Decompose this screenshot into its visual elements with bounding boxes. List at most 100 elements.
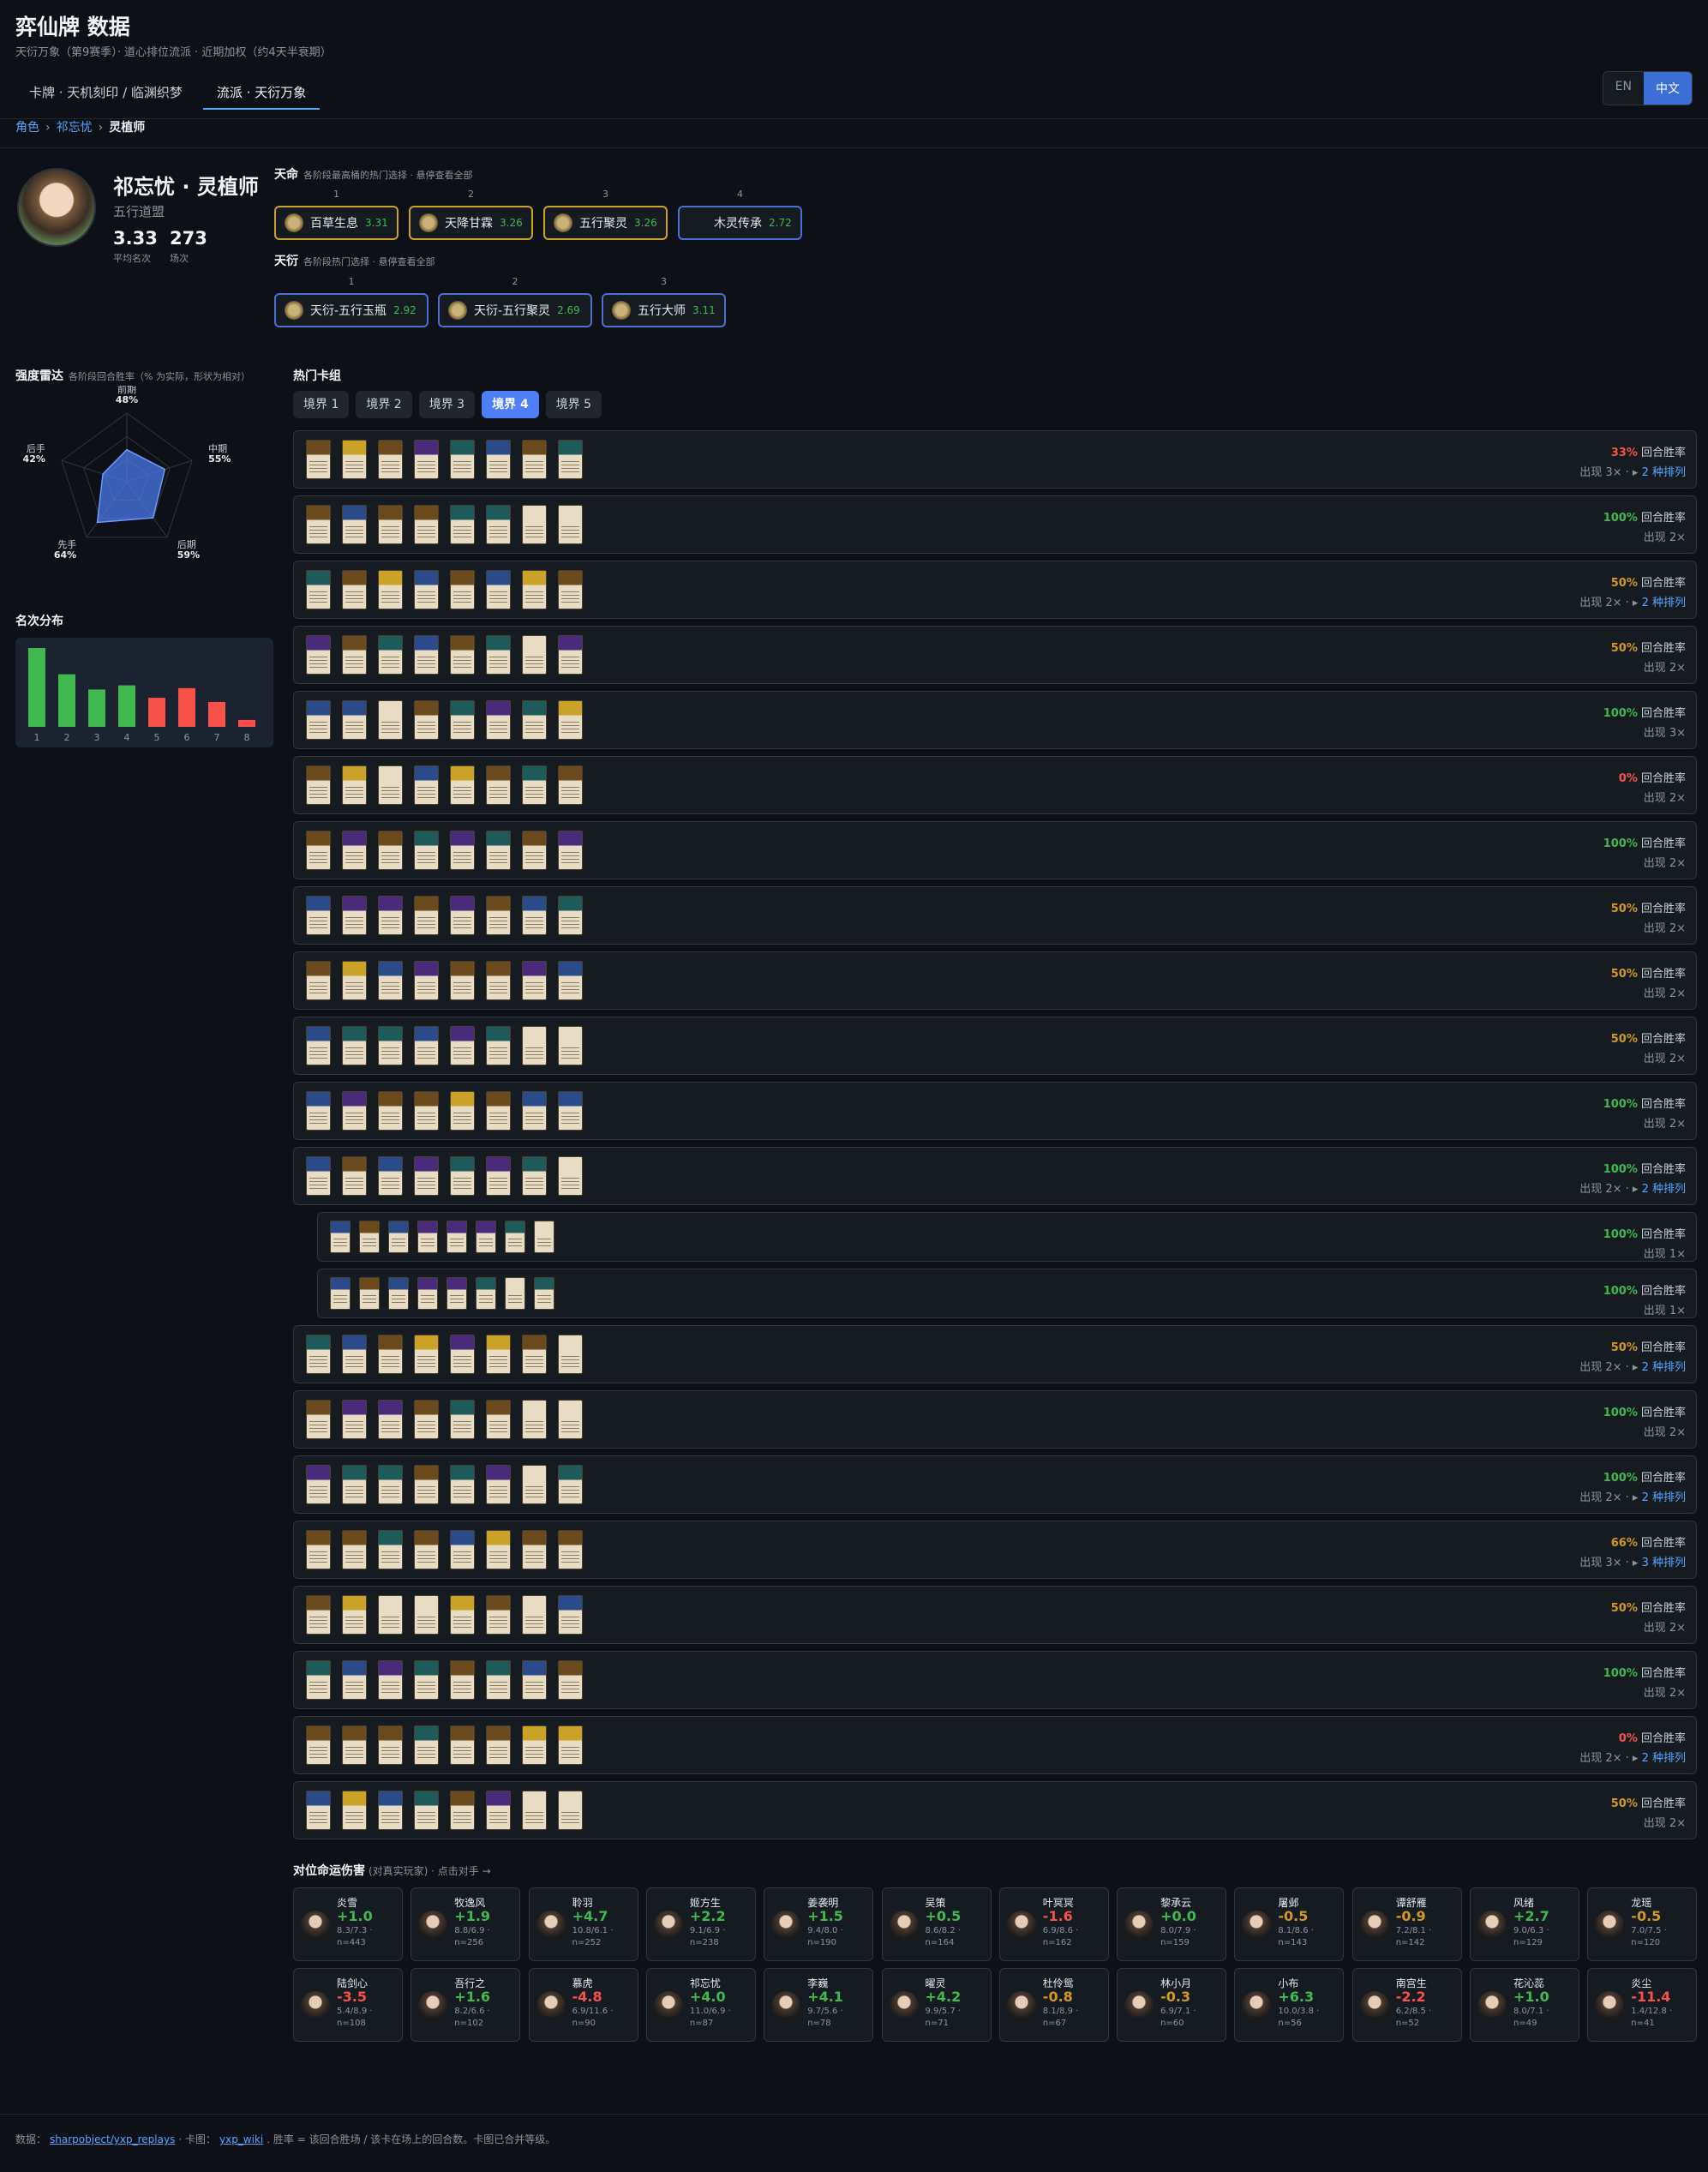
card-thumbnail[interactable] [450, 1091, 475, 1131]
card-thumbnail[interactable] [306, 1091, 331, 1131]
card-thumbnail[interactable] [522, 570, 547, 609]
card-thumbnail[interactable] [486, 700, 511, 740]
card-thumbnail[interactable] [486, 1335, 511, 1374]
card-thumbnail[interactable] [486, 505, 511, 544]
card-thumbnail[interactable] [342, 1026, 367, 1065]
deck-row[interactable]: 50% 回合胜率 出现 2× · ▸ 2 种排列 [293, 561, 1697, 619]
card-thumbnail[interactable] [414, 831, 439, 870]
card-thumbnail[interactable] [342, 896, 367, 935]
card-thumbnail[interactable] [378, 1026, 403, 1065]
deck-row[interactable]: 100% 回合胜率 出现 2× [293, 495, 1697, 554]
matchup-card[interactable]: 吾行之 +1.6 8.2/6.6 · n=102 [411, 1968, 521, 2042]
deck-row[interactable]: 100% 回合胜率 出现 2× [293, 1390, 1697, 1449]
card-thumbnail[interactable] [486, 1156, 511, 1196]
card-thumbnail[interactable] [378, 765, 403, 805]
card-thumbnail[interactable] [414, 505, 439, 544]
card-thumbnail[interactable] [505, 1277, 525, 1310]
card-thumbnail[interactable] [378, 1660, 403, 1700]
matchup-card[interactable]: 陆剑心 -3.5 5.4/8.9 · n=108 [293, 1968, 403, 2042]
card-thumbnail[interactable] [522, 635, 547, 675]
deck-row[interactable]: 100% 回合胜率 出现 2× [293, 1651, 1697, 1709]
realm-tab[interactable]: 境界 5 [545, 391, 602, 418]
card-thumbnail[interactable] [306, 700, 331, 740]
destiny-chip[interactable]: 2 天降甘霖 3.26 [409, 189, 533, 240]
tianyan-chip[interactable]: 1 天衍-五行玉瓶 2.92 [274, 276, 428, 327]
card-thumbnail[interactable] [378, 700, 403, 740]
card-thumbnail[interactable] [450, 765, 475, 805]
card-thumbnail[interactable] [414, 1156, 439, 1196]
matchup-card[interactable]: 花沁蕊 +1.0 8.0/7.1 · n=49 [1470, 1968, 1579, 2042]
card-thumbnail[interactable] [414, 1595, 439, 1635]
card-thumbnail[interactable] [486, 1400, 511, 1439]
card-thumbnail[interactable] [306, 1026, 331, 1065]
card-thumbnail[interactable] [558, 1335, 583, 1374]
matchup-card[interactable]: 炎尘 -11.4 1.4/12.8 · n=41 [1587, 1968, 1698, 2042]
card-thumbnail[interactable] [342, 765, 367, 805]
card-thumbnail[interactable] [450, 1595, 475, 1635]
card-thumbnail[interactable] [306, 961, 331, 1000]
card-thumbnail[interactable] [414, 700, 439, 740]
card-thumbnail[interactable] [486, 1530, 511, 1569]
card-thumbnail[interactable] [359, 1277, 380, 1310]
card-thumbnail[interactable] [378, 1595, 403, 1635]
card-thumbnail[interactable] [450, 1026, 475, 1065]
card-thumbnail[interactable] [558, 896, 583, 935]
card-thumbnail[interactable] [414, 1026, 439, 1065]
card-thumbnail[interactable] [414, 570, 439, 609]
permutation-link[interactable]: 2 种排列 [1642, 1491, 1686, 1504]
card-thumbnail[interactable] [342, 440, 367, 479]
card-thumbnail[interactable] [522, 1335, 547, 1374]
card-thumbnail[interactable] [486, 1725, 511, 1765]
card-thumbnail[interactable] [342, 700, 367, 740]
matchup-card[interactable]: 李巍 +4.1 9.7/5.6 · n=78 [764, 1968, 874, 2042]
tab-archetypes[interactable]: 流派 · 天衍万象 [202, 76, 321, 110]
card-thumbnail[interactable] [306, 570, 331, 609]
card-thumbnail[interactable] [558, 570, 583, 609]
card-thumbnail[interactable] [534, 1221, 554, 1253]
card-thumbnail[interactable] [378, 570, 403, 609]
deck-row[interactable]: 100% 回合胜率 出现 2× [293, 1082, 1697, 1140]
deck-row[interactable]: 50% 回合胜率 出现 2× [293, 886, 1697, 945]
card-thumbnail[interactable] [414, 1660, 439, 1700]
card-thumbnail[interactable] [414, 1791, 439, 1830]
card-thumbnail[interactable] [522, 440, 547, 479]
card-thumbnail[interactable] [378, 1400, 403, 1439]
card-thumbnail[interactable] [450, 831, 475, 870]
matchup-card[interactable]: 姬方生 +2.2 9.1/6.9 · n=238 [645, 1887, 756, 1961]
deck-row[interactable]: 100% 回合胜率 出现 2× · ▸ 2 种排列 [293, 1455, 1697, 1514]
card-thumbnail[interactable] [558, 961, 583, 1000]
card-thumbnail[interactable] [414, 1091, 439, 1131]
card-thumbnail[interactable] [330, 1277, 351, 1310]
card-thumbnail[interactable] [414, 961, 439, 1000]
realm-tab[interactable]: 境界 3 [418, 391, 476, 418]
card-thumbnail[interactable] [378, 1156, 403, 1196]
card-thumbnail[interactable] [450, 1465, 475, 1504]
card-thumbnail[interactable] [342, 831, 367, 870]
card-thumbnail[interactable] [450, 700, 475, 740]
card-thumbnail[interactable] [342, 570, 367, 609]
breadcrumb-root-link[interactable]: 角色 [15, 121, 39, 135]
card-thumbnail[interactable] [378, 1465, 403, 1504]
card-thumbnail[interactable] [558, 1400, 583, 1439]
card-thumbnail[interactable] [486, 1465, 511, 1504]
card-thumbnail[interactable] [342, 505, 367, 544]
card-thumbnail[interactable] [558, 1530, 583, 1569]
card-thumbnail[interactable] [558, 700, 583, 740]
card-thumbnail[interactable] [306, 831, 331, 870]
card-thumbnail[interactable] [558, 505, 583, 544]
card-thumbnail[interactable] [414, 765, 439, 805]
card-thumbnail[interactable] [378, 1791, 403, 1830]
matchup-card[interactable]: 小布 +6.3 10.0/3.8 · n=56 [1234, 1968, 1345, 2042]
card-thumbnail[interactable] [486, 1026, 511, 1065]
card-thumbnail[interactable] [414, 1335, 439, 1374]
card-thumbnail[interactable] [414, 440, 439, 479]
matchup-card[interactable]: 聆羽 +4.7 10.8/6.1 · n=252 [528, 1887, 638, 1961]
card-thumbnail[interactable] [306, 1595, 331, 1635]
source-link[interactable]: sharpobject/yxp_replays [50, 2133, 175, 2145]
card-thumbnail[interactable] [450, 1335, 475, 1374]
card-thumbnail[interactable] [522, 700, 547, 740]
card-thumbnail[interactable] [522, 831, 547, 870]
matchup-card[interactable]: 吴策 +0.5 8.6/8.2 · n=164 [881, 1887, 992, 1961]
tianyan-chip[interactable]: 2 天衍-五行聚灵 2.69 [438, 276, 592, 327]
matchup-card[interactable]: 黎承云 +0.0 8.0/7.9 · n=159 [1117, 1887, 1227, 1961]
